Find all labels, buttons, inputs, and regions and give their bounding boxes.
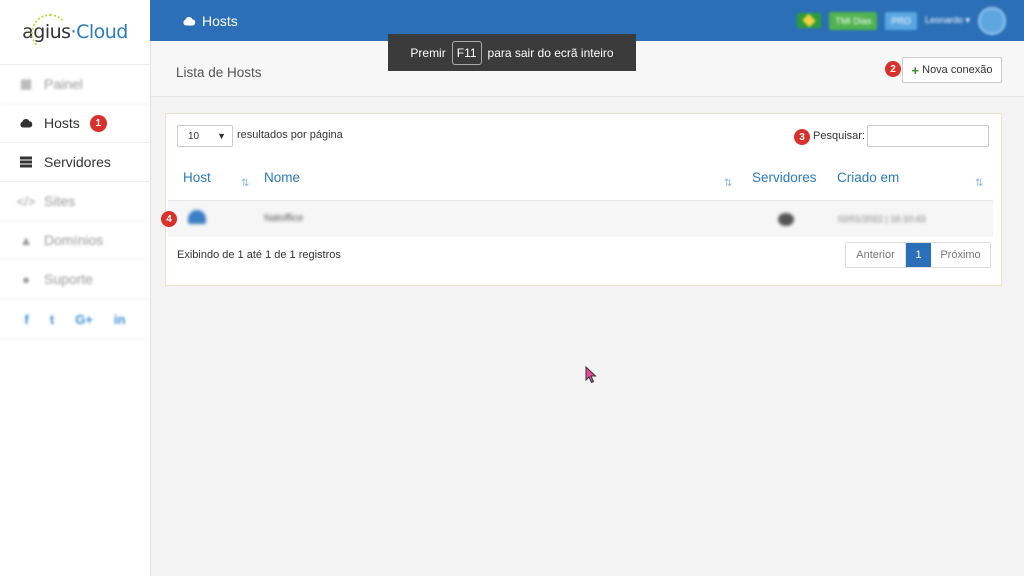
sidebar-item-dominios[interactable]: ▲ Domínios <box>0 221 150 260</box>
sidebar-item-label: Domínios <box>44 232 104 248</box>
per-page-label: resultados por página <box>237 129 343 141</box>
search-label: Pesquisar: <box>813 130 865 142</box>
pro-badge[interactable]: PRO <box>885 11 917 30</box>
brazil-flag-icon[interactable] <box>797 13 822 28</box>
sort-icon[interactable]: ⇅ <box>975 178 983 189</box>
next-page-button[interactable]: Próximo <box>931 243 990 267</box>
linkedin-icon[interactable]: in <box>114 312 126 327</box>
google-plus-icon[interactable]: G+ <box>75 312 93 327</box>
code-icon: </> <box>16 193 36 209</box>
page-size-value: 10 <box>188 130 200 142</box>
topbar-right: TMI Dias PRO Leonardo ▾ <box>797 6 1006 35</box>
column-header-servidores[interactable]: Servidores <box>752 170 817 185</box>
dashboard-icon: ▦ <box>19 76 33 91</box>
trial-badge[interactable]: TMI Dias <box>829 11 878 30</box>
sidebar-item-label: Suporte <box>44 271 94 287</box>
server-icon <box>18 156 34 168</box>
previous-page-button[interactable]: Anterior <box>846 243 906 267</box>
social-links: f t G+ in <box>0 299 150 340</box>
annotation-badge-3: 3 <box>794 129 810 145</box>
host-name[interactable]: Natoffice <box>264 213 303 224</box>
sidebar-item-label: Hosts <box>44 115 80 131</box>
plus-icon: + <box>911 62 920 78</box>
sidebar-item-hosts[interactable]: Hosts 1 <box>0 104 150 143</box>
annotation-badge-2: 2 <box>885 61 901 77</box>
twitter-icon[interactable]: t <box>50 312 54 327</box>
car-icon: ▲ <box>19 232 33 248</box>
fullscreen-notice-after: para sair do ecrã inteiro <box>487 45 614 60</box>
chat-icon: ● <box>22 271 30 287</box>
hosts-panel: 10 ▼ resultados por página 3 Pesquisar: … <box>161 113 1002 286</box>
search-input[interactable] <box>867 125 989 147</box>
page-heading: Hosts <box>182 13 238 29</box>
chevron-down-icon: ▼ <box>217 131 226 141</box>
host-icon[interactable] <box>188 210 206 224</box>
sidebar-item-suporte[interactable]: ● Suporte <box>0 260 150 299</box>
cloud-icon <box>18 118 34 128</box>
sort-icon[interactable]: ⇅ <box>241 178 249 189</box>
avatar[interactable] <box>978 6 1006 35</box>
sidebar-item-servidores[interactable]: Servidores <box>0 143 150 182</box>
sidebar-item-painel[interactable]: ▦ Painel <box>0 65 150 104</box>
fullscreen-notice-before: Premir <box>410 45 446 60</box>
page-1-button[interactable]: 1 <box>906 243 931 267</box>
sidebar-item-sites[interactable]: </> Sites <box>0 182 150 221</box>
cloud-icon <box>182 13 196 29</box>
servers-count-badge <box>778 213 794 226</box>
sidebar-item-label: Servidores <box>44 154 111 170</box>
logo-ring <box>31 14 69 52</box>
hosts-badge: 1 <box>89 114 107 132</box>
f11-key: F11 <box>451 40 482 65</box>
fullscreen-notice: Premir F11 para sair do ecrã inteiro <box>388 34 636 71</box>
facebook-icon[interactable]: f <box>25 312 29 327</box>
column-header-host[interactable]: Host <box>183 170 211 185</box>
sidebar-item-label: Painel <box>44 76 83 92</box>
page-size-select[interactable]: 10 ▼ <box>177 125 233 147</box>
annotation-badge-4: 4 <box>161 211 177 227</box>
new-connection-button[interactable]: + Nova conexão <box>902 57 1002 83</box>
sort-icon[interactable]: ⇅ <box>724 178 732 189</box>
table-row[interactable]: 4 Natoffice 02/01/2022 | 16:10:43 <box>161 200 993 237</box>
pagination: Anterior 1 Próximo <box>845 242 991 268</box>
topbar-title: Hosts <box>202 12 238 29</box>
sidebar: agius·Cloud ▦ Painel Hosts 1 Servidores … <box>0 0 151 576</box>
new-connection-label: Nova conexão <box>922 64 993 76</box>
column-header-criado-em[interactable]: Criado em <box>837 170 899 185</box>
column-header-nome[interactable]: Nome <box>264 170 300 185</box>
logo[interactable]: agius·Cloud <box>0 0 150 65</box>
created-at: 02/01/2022 | 16:10:43 <box>838 214 926 224</box>
user-menu[interactable]: Leonardo ▾ <box>925 15 970 26</box>
table-info: Exibindo de 1 até 1 de 1 registros <box>177 249 341 261</box>
page-title: Lista de Hosts <box>176 65 262 80</box>
sidebar-item-label: Sites <box>44 193 76 209</box>
